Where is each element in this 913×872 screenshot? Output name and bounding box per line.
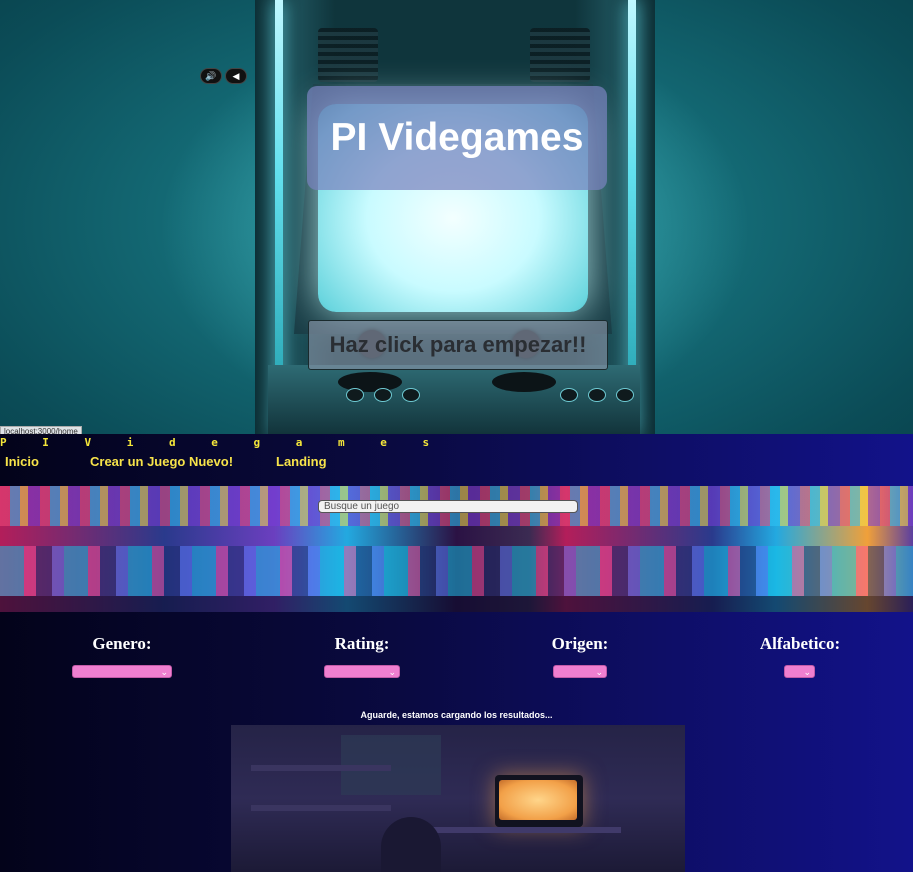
chevron-down-icon: ⌄ [160,667,168,677]
nav-link-inicio[interactable]: Inicio [5,454,39,469]
speaker-grille-right [530,28,590,82]
mute-icon[interactable]: ◀ [225,68,247,84]
illustration-shelf [251,805,391,811]
filter-label-origen: Origen: [551,634,609,653]
chevron-down-icon: ⌄ [595,667,603,677]
nav-link-crear-juego[interactable]: Crear un Juego Nuevo! [90,454,233,469]
illustration-tv-screen [499,780,577,820]
origen-select[interactable]: ⌄ [553,665,607,678]
banner-decoration [0,596,913,612]
buttons-right [560,388,634,402]
joystick-base-right [492,372,556,392]
speaker-on-icon[interactable]: 🔊 [200,68,222,84]
status-bar-url: localhost:3000/home [0,426,82,434]
buttons-left [346,388,420,402]
arcade-button [560,388,578,402]
rating-select[interactable]: ⌄ [324,665,400,678]
alfabetico-select[interactable]: ⌄ [784,665,815,678]
speaker-grille-left [318,28,378,82]
start-button[interactable]: Haz click para empezar!! [308,320,608,370]
home-page: P I V i d e g a m e s Inicio Crear un Ju… [0,434,913,872]
arcade-button [374,388,392,402]
illustration-shelf [251,765,391,771]
search-input[interactable] [318,500,578,513]
nav-link-landing[interactable]: Landing [276,454,327,469]
illustration-person [381,817,441,872]
landing-hero: 🔊 ◀ PI Videgames Haz click para empezar!… [0,0,913,434]
loading-illustration [231,725,685,872]
filter-label-alfabetico: Alfabetico: [759,634,841,653]
loading-message: Aguarde, estamos cargando los resultados… [360,710,553,720]
page-title: PI Videgames [330,116,584,159]
audio-controls: 🔊 ◀ [200,68,247,84]
banner-decoration [0,546,913,596]
arcade-button [346,388,364,402]
arcade-button [616,388,634,402]
brand-logo-text: P I V i d e g a m e s [0,436,444,449]
genero-select[interactable]: ⌄ [72,665,172,678]
arcade-button [588,388,606,402]
chevron-down-icon: ⌄ [388,667,396,677]
filter-label-rating: Rating: [334,634,390,653]
illustration-table [431,827,621,833]
title-box: PI Videgames [307,86,607,190]
chevron-down-icon: ⌄ [803,667,811,677]
arcade-button [402,388,420,402]
filter-label-genero: Genero: [92,634,152,653]
